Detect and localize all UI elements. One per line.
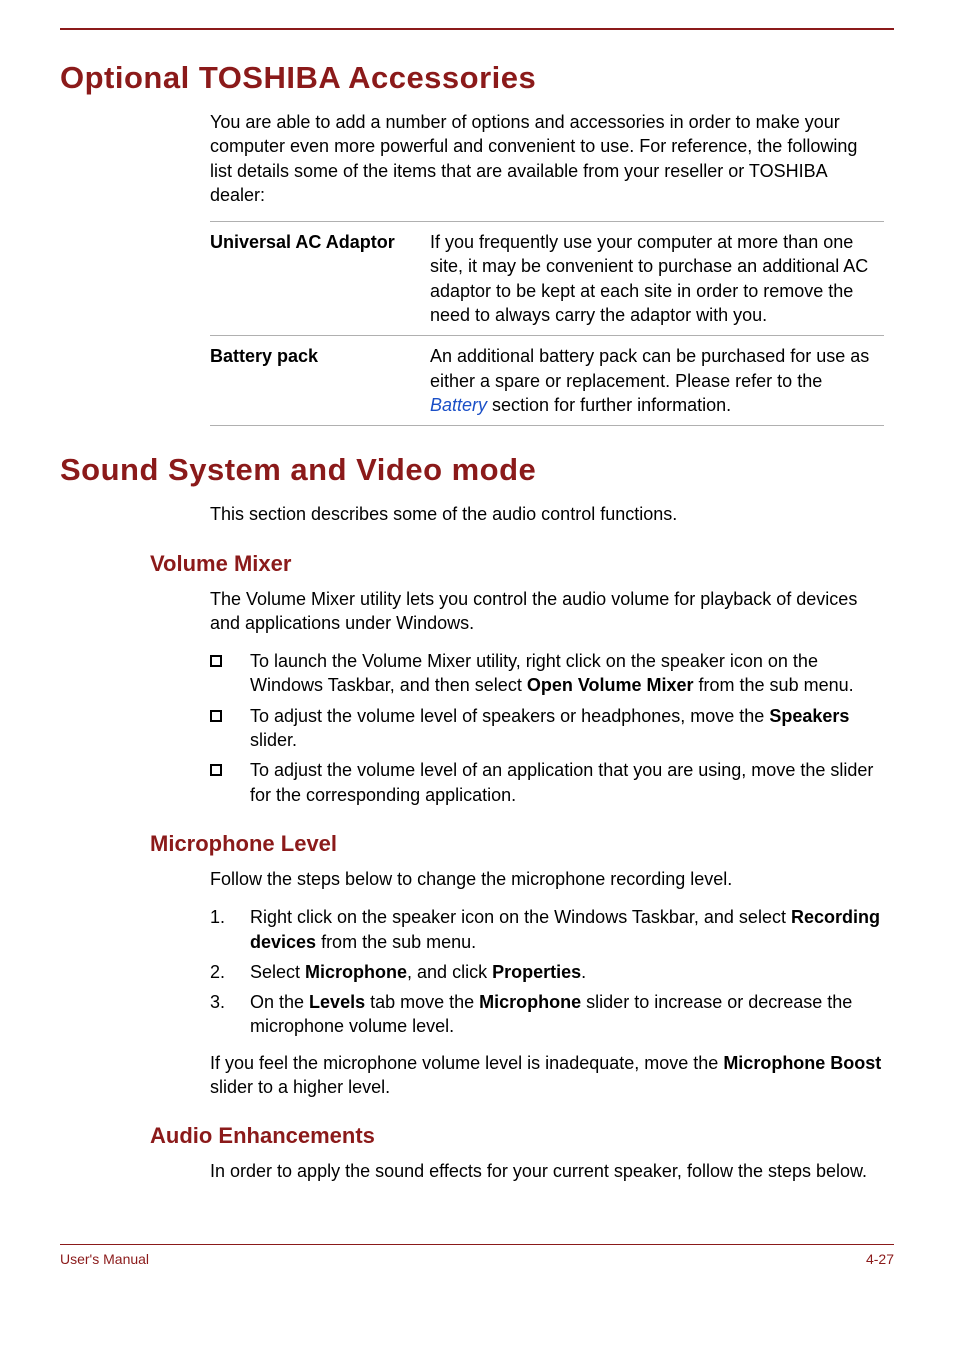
table-row: Battery pack An additional battery pack … <box>210 336 884 426</box>
desc-battery-pre: An additional battery pack can be purcha… <box>430 346 869 390</box>
accessories-table: Universal AC Adaptor If you frequently u… <box>210 221 884 426</box>
step-number: 1. <box>210 905 250 929</box>
bullet-text: To launch the Volume Mixer utility, righ… <box>250 649 884 698</box>
page-footer: User's Manual 4-27 <box>60 1244 894 1267</box>
section1-intro: You are able to add a number of options … <box>210 110 884 207</box>
microphone-closing: If you feel the microphone volume level … <box>210 1051 884 1100</box>
term-battery-pack: Battery pack <box>210 336 430 426</box>
term-universal-ac: Universal AC Adaptor <box>210 222 430 336</box>
list-item: 2. Select Microphone, and click Properti… <box>210 960 884 984</box>
heading-sound-system: Sound System and Video mode <box>60 452 894 488</box>
list-item: 1. Right click on the speaker icon on th… <box>210 905 884 954</box>
list-item: To adjust the volume level of an applica… <box>210 758 884 807</box>
microphone-body: Follow the steps below to change the mic… <box>210 867 884 1099</box>
microphone-steps: 1. Right click on the speaker icon on th… <box>210 905 884 1038</box>
heading-volume-mixer: Volume Mixer <box>150 551 894 577</box>
volume-mixer-para: The Volume Mixer utility lets you contro… <box>210 587 884 636</box>
audio-enh-body: In order to apply the sound effects for … <box>210 1159 884 1183</box>
footer-right: 4-27 <box>866 1251 894 1267</box>
step-text: Select Microphone, and click Properties. <box>250 960 586 984</box>
desc-battery-post: section for further information. <box>487 395 731 415</box>
heading-microphone-level: Microphone Level <box>150 831 894 857</box>
bullet-text: To adjust the volume level of speakers o… <box>250 704 884 753</box>
square-bullet-icon <box>210 704 250 728</box>
step-text: On the Levels tab move the Microphone sl… <box>250 990 884 1039</box>
section2-intro-wrap: This section describes some of the audio… <box>210 502 884 526</box>
square-bullet-icon <box>210 649 250 673</box>
desc-battery-pack: An additional battery pack can be purcha… <box>430 336 884 426</box>
audio-enh-para: In order to apply the sound effects for … <box>210 1159 884 1183</box>
section1-body: You are able to add a number of options … <box>210 110 884 426</box>
volume-mixer-list: To launch the Volume Mixer utility, righ… <box>210 649 884 807</box>
step-text: Right click on the speaker icon on the W… <box>250 905 884 954</box>
heading-audio-enhancements: Audio Enhancements <box>150 1123 894 1149</box>
top-rule <box>60 28 894 30</box>
battery-link[interactable]: Battery <box>430 395 487 415</box>
heading-optional-accessories: Optional TOSHIBA Accessories <box>60 60 894 96</box>
footer-left: User's Manual <box>60 1251 149 1267</box>
step-number: 3. <box>210 990 250 1014</box>
section2-intro: This section describes some of the audio… <box>210 502 884 526</box>
desc-universal-ac: If you frequently use your computer at m… <box>430 222 884 336</box>
step-number: 2. <box>210 960 250 984</box>
bullet-text: To adjust the volume level of an applica… <box>250 758 884 807</box>
list-item: To launch the Volume Mixer utility, righ… <box>210 649 884 698</box>
microphone-para: Follow the steps below to change the mic… <box>210 867 884 891</box>
page: Optional TOSHIBA Accessories You are abl… <box>0 28 954 1297</box>
square-bullet-icon <box>210 758 250 782</box>
list-item: To adjust the volume level of speakers o… <box>210 704 884 753</box>
volume-mixer-body: The Volume Mixer utility lets you contro… <box>210 587 884 807</box>
list-item: 3. On the Levels tab move the Microphone… <box>210 990 884 1039</box>
table-row: Universal AC Adaptor If you frequently u… <box>210 222 884 336</box>
